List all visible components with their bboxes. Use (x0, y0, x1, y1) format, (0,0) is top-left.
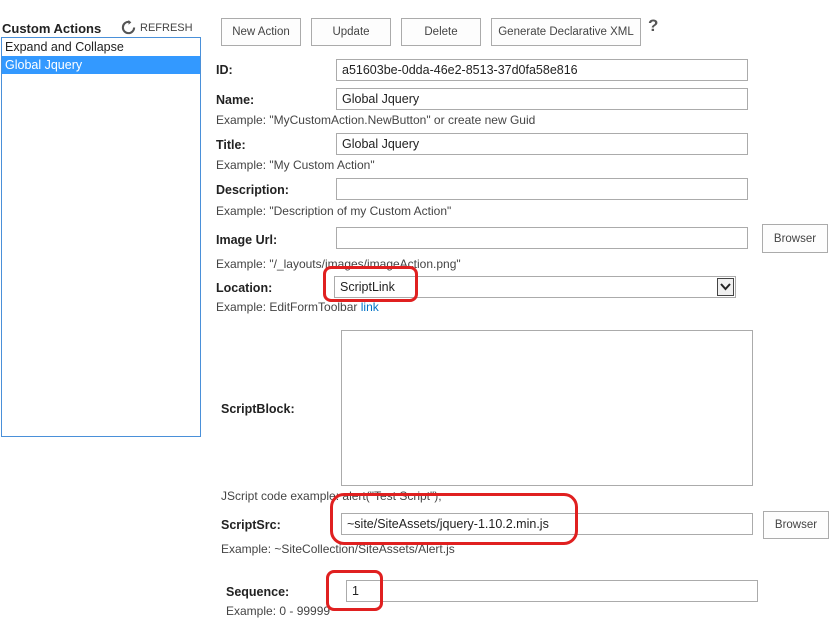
help-icon[interactable]: ? (648, 16, 658, 36)
sequence-highlight (326, 570, 383, 611)
chevron-down-icon[interactable] (717, 278, 734, 296)
name-label: Name: (216, 93, 255, 107)
location-highlight (323, 266, 418, 302)
description-field[interactable] (336, 178, 748, 200)
title-example: Example: "My Custom Action" (216, 158, 375, 172)
delete-button[interactable]: Delete (401, 18, 481, 46)
location-label: Location: (216, 281, 273, 295)
script-block-textarea[interactable] (341, 330, 753, 486)
title-field[interactable]: Global Jquery (336, 133, 748, 155)
location-example: Example: EditFormToolbar link (216, 300, 379, 314)
sidebar-title: Custom Actions (2, 21, 102, 36)
custom-actions-list[interactable]: Expand and Collapse Global Jquery (1, 37, 201, 437)
image-url-label: Image Url: (216, 233, 278, 247)
location-example-link[interactable]: link (361, 300, 379, 314)
script-block-label: ScriptBlock: (221, 402, 295, 416)
update-button[interactable]: Update (311, 18, 391, 46)
title-label: Title: (216, 138, 246, 152)
id-field[interactable]: a51603be-0dda-46e2-8513-37d0fa58e816 (336, 59, 748, 81)
script-src-highlight (330, 493, 578, 545)
image-url-browse-button[interactable]: Browser (762, 224, 828, 253)
generate-xml-button[interactable]: Generate Declarative XML (491, 18, 641, 46)
list-item-global-jquery[interactable]: Global Jquery (2, 56, 200, 74)
list-item-expand-and-collapse[interactable]: Expand and Collapse (2, 38, 200, 56)
new-action-button[interactable]: New Action (221, 18, 301, 46)
description-example: Example: "Description of my Custom Actio… (216, 204, 452, 218)
sequence-field[interactable]: 1 (346, 580, 758, 602)
refresh-label: REFRESH (140, 21, 193, 34)
id-label: ID: (216, 63, 233, 77)
refresh-icon (121, 20, 136, 35)
name-example: Example: "MyCustomAction.NewButton" or c… (216, 113, 536, 127)
image-url-field[interactable] (336, 227, 748, 249)
sequence-label: Sequence: (226, 585, 290, 599)
description-label: Description: (216, 183, 289, 197)
sequence-example: Example: 0 - 99999 (226, 604, 331, 618)
name-field[interactable]: Global Jquery (336, 88, 748, 110)
script-src-browse-button[interactable]: Browser (763, 511, 829, 539)
script-src-label: ScriptSrc: (221, 518, 281, 532)
refresh-button[interactable]: REFRESH (121, 20, 193, 35)
